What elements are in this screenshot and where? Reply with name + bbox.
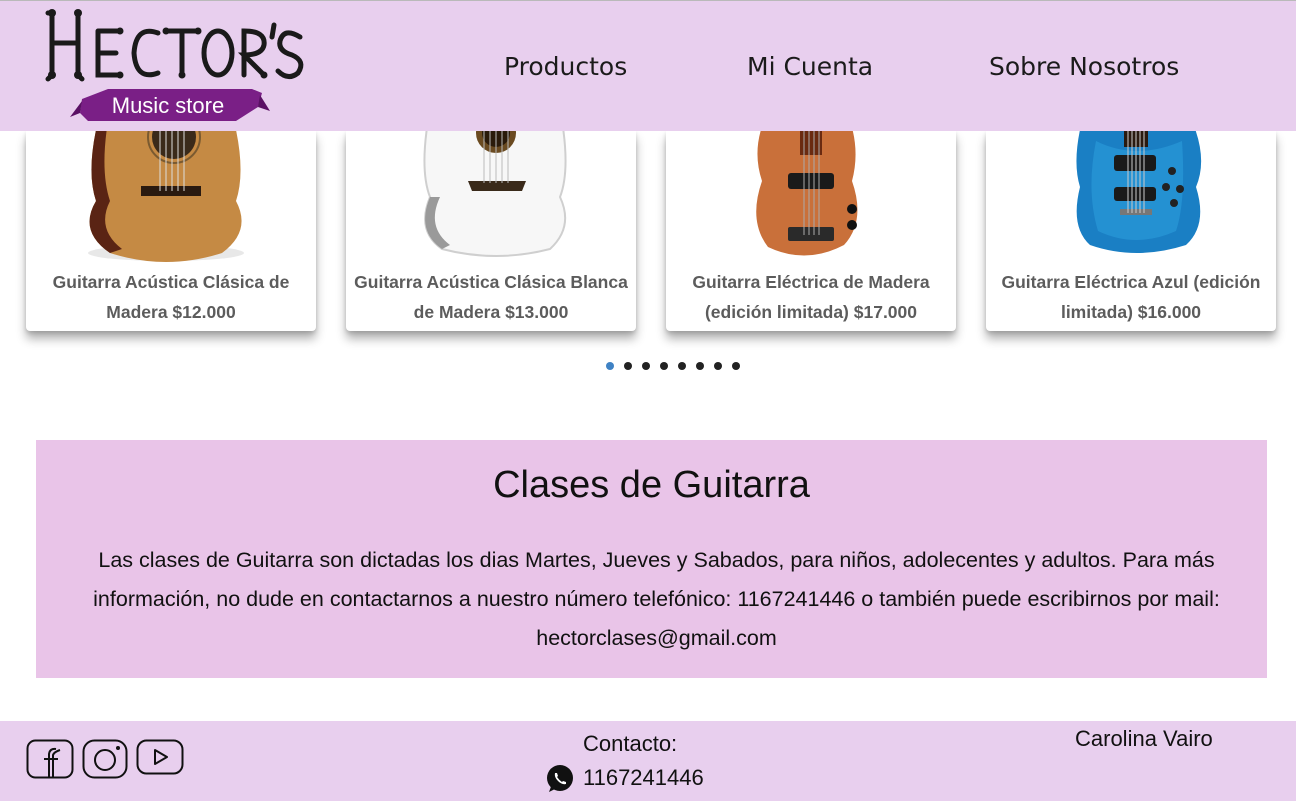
clases-description: Las clases de Guitarra son dictadas los … [93,548,1220,650]
product-caption: Guitarra Eléctrica de Madera (edición li… [692,272,930,322]
contact-phone[interactable]: 1167241446 [583,765,704,791]
clases-title: Clases de Guitarra [493,464,810,506]
carousel-dot[interactable] [624,362,632,370]
carousel-dot[interactable] [606,362,614,370]
logo-subtitle: Music store [112,93,224,118]
site-header: Music store Productos Mi Cuenta Sobre No… [0,0,1296,131]
electric-guitar-blue-image [1076,131,1202,253]
hectors-logo[interactable]: Music store [40,5,310,129]
carousel-dot[interactable] [642,362,650,370]
product-card[interactable]: Guitarra Eléctrica de Madera (edición li… [666,131,956,331]
site-footer: Contacto: 1167241446 Carolina Vairo [0,721,1296,801]
nav-mi-cuenta[interactable]: Mi Cuenta [747,52,873,81]
facebook-icon[interactable] [26,739,74,779]
product-card[interactable]: Guitarra Eléctrica Azul (edición limitad… [986,131,1276,331]
carousel-dots [606,362,740,372]
classical-guitar-white-image [423,131,567,257]
youtube-icon[interactable] [136,739,184,775]
carousel-dot[interactable] [660,362,668,370]
product-caption: Guitarra Acústica Clásica Blanca de Made… [354,272,628,322]
product-carousel: Guitarra Acústica Clásica de Madera $12.… [26,131,1296,351]
author-name: Carolina Vairo [1075,726,1213,751]
whatsapp-icon[interactable] [544,763,576,795]
carousel-dot[interactable] [696,362,704,370]
nav-productos[interactable]: Productos [504,52,627,81]
carousel-dot[interactable] [732,362,740,370]
product-caption: Guitarra Eléctrica Azul (edición limitad… [1001,272,1261,322]
clases-section: Clases de Guitarra Las clases de Guitarr… [36,440,1267,678]
contact-label: Contacto: [583,731,678,756]
carousel-dot[interactable] [678,362,686,370]
classical-guitar-wood-image [88,131,244,262]
product-card[interactable]: Guitarra Acústica Clásica de Madera $12.… [26,131,316,331]
electric-bass-wood-image [756,131,858,256]
nav-sobre-nosotros[interactable]: Sobre Nosotros [989,52,1179,81]
product-card[interactable]: Guitarra Acústica Clásica Blanca de Made… [346,131,636,331]
instagram-icon[interactable] [82,739,128,779]
product-caption: Guitarra Acústica Clásica de Madera $12.… [52,272,290,322]
carousel-dot[interactable] [714,362,722,370]
